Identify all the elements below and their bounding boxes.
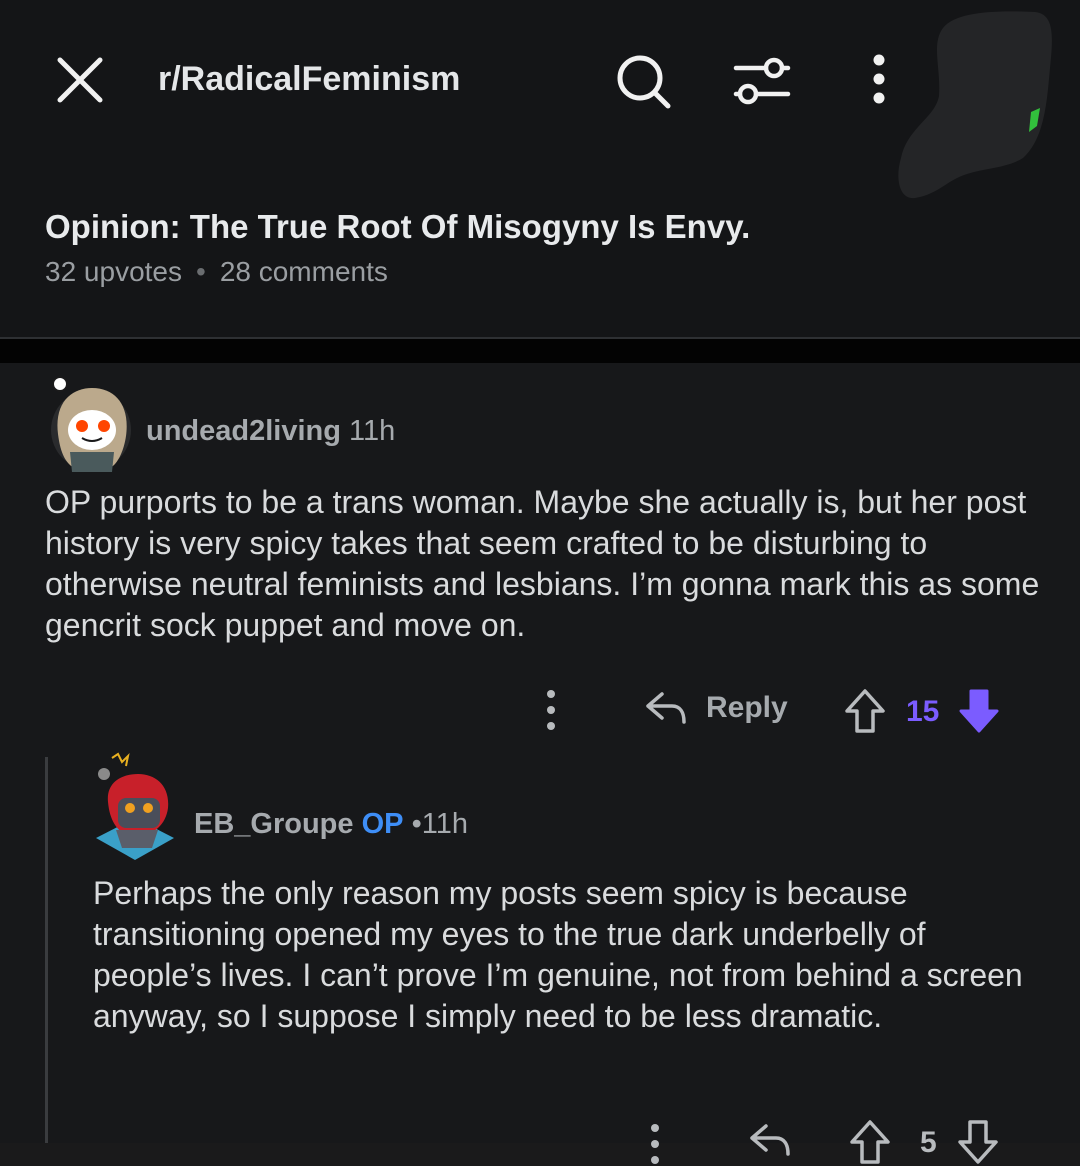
user-avatar[interactable] [895, 8, 1060, 203]
comment-author-line: EB_Groupe OP •11h [194, 808, 468, 841]
meta-separator: • [196, 256, 206, 287]
downvote-arrow-icon[interactable] [956, 1118, 1000, 1166]
thread-line[interactable] [45, 757, 48, 1143]
avatar[interactable] [92, 752, 178, 864]
reply-button[interactable]: Reply [644, 688, 788, 728]
age-separator: • [411, 808, 422, 840]
username[interactable]: EB_Groupe [194, 808, 354, 840]
reply-label: Reply [706, 691, 788, 724]
upvote-arrow-icon[interactable] [848, 1118, 892, 1166]
post-title[interactable]: Opinion: The True Root Of Misogyny Is En… [45, 208, 750, 246]
subreddit-title[interactable]: r/RadicalFeminism [158, 60, 460, 99]
section-divider [0, 337, 1080, 365]
filter-icon[interactable] [730, 52, 792, 110]
comment-age: 11h [349, 415, 396, 447]
comment-age: 11h [421, 808, 468, 840]
search-icon[interactable] [612, 50, 674, 112]
comment-score: 5 [920, 1126, 937, 1159]
upvote-count: 32 upvotes [45, 256, 182, 287]
post-meta: 32 upvotes • 28 comments [45, 256, 388, 288]
comment-body: OP purports to be a trans woman. Maybe s… [45, 484, 1040, 643]
comment-score: 15 [906, 695, 940, 728]
avatar[interactable] [46, 372, 132, 472]
reply-arrow-icon [646, 692, 686, 724]
more-vertical-icon[interactable] [862, 52, 896, 110]
close-icon[interactable] [52, 52, 108, 108]
op-badge: OP [361, 808, 404, 840]
comment-count: 28 comments [219, 256, 388, 287]
comment-author-line: undead2living 11h [146, 415, 395, 448]
comment-body: Perhaps the only reason my posts seem sp… [93, 875, 1023, 1034]
downvote-arrow-icon[interactable] [957, 687, 1001, 735]
username[interactable]: undead2living [146, 415, 341, 447]
reply-arrow-icon[interactable] [748, 1120, 792, 1160]
more-vertical-icon[interactable] [539, 688, 563, 732]
more-vertical-icon[interactable] [643, 1122, 667, 1166]
upvote-arrow-icon[interactable] [843, 687, 887, 735]
